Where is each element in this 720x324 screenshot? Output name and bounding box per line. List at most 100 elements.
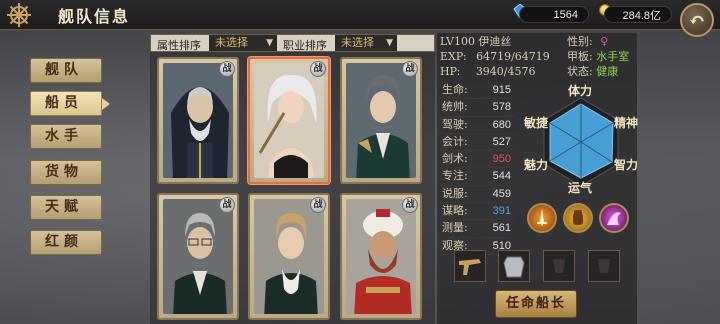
chevron-down-icon: ▼ — [386, 38, 393, 48]
stat-value: 391 — [492, 205, 511, 218]
stat-label: 测量: — [442, 221, 468, 235]
crew-portrait — [163, 63, 233, 178]
stat-label: 会计: — [442, 134, 468, 148]
back-button[interactable]: ↶ — [680, 3, 714, 37]
crew-portrait — [163, 199, 233, 314]
crew-portrait — [346, 63, 416, 178]
profile-info: LV100 伊迪丝 EXP: 64719/64719 HP: 3940/4576 — [440, 34, 550, 79]
menu-item-crew[interactable]: 船员 — [30, 91, 110, 116]
stat-label: 生命: — [442, 83, 468, 96]
filter-bar: 属性排序 未选择 ▼ 职业排序 未选择 ▼ — [150, 34, 435, 52]
crew-card[interactable]: 战 — [248, 193, 330, 320]
ship-wheel-icon[interactable] — [4, 1, 34, 29]
attr-sort-dropdown[interactable]: 未选择 ▼ — [209, 35, 277, 51]
hp-row: HP: 3940/4576 — [440, 64, 550, 79]
stat-label: 说服: — [442, 186, 468, 200]
deck-value: 水手室 — [596, 50, 630, 63]
stats-list: 生命: 915 统帅: 578 驾驶: 680 会计: 527 剑术: 950 专注: 54… — [440, 82, 514, 255]
status-label: 状态: — [567, 65, 593, 78]
gem-counter: 1564 — [519, 6, 589, 23]
crew-card-selected[interactable]: 战 — [248, 57, 330, 184]
stat-value: 578 — [492, 101, 511, 114]
gold-counter: 284.8亿 — [604, 6, 672, 23]
back-arrow-icon: ↶ — [688, 8, 706, 32]
attr-sort-label: 属性排序 — [157, 39, 201, 52]
menu-item-fleet[interactable]: 舰队 — [30, 58, 102, 83]
crew-card[interactable]: 战 — [340, 57, 422, 184]
menu-item-talent[interactable]: 天赋 — [30, 195, 102, 220]
exp-row: EXP: 64719/64719 — [440, 49, 550, 64]
combat-badge-icon: 战 — [402, 197, 418, 213]
exp-value: 64719/64719 — [476, 50, 550, 63]
combat-badge-icon: 战 — [402, 61, 418, 77]
deck-row: 甲板: 水手室 — [567, 49, 629, 64]
female-icon: ♀ — [600, 35, 609, 48]
menu-item-cargo[interactable]: 货物 — [30, 160, 102, 185]
stat-row: 生命: 915 — [440, 82, 514, 100]
radar-label-luck: 运气 — [568, 181, 593, 195]
crew-card[interactable]: 战 — [157, 57, 239, 184]
stat-value: 680 — [492, 118, 511, 131]
attribute-radar: 体力 精神 智力 运气 魅力 敏捷 — [520, 84, 642, 196]
stat-label: 谋略: — [442, 204, 468, 218]
fist-skill-icon[interactable] — [563, 203, 593, 233]
status-info: 性别: ♀ 甲板: 水手室 状态: 健康 — [567, 34, 629, 79]
crew-portrait — [254, 199, 324, 314]
radar-label-spirit: 精神 — [614, 116, 639, 130]
combat-badge-icon: 战 — [310, 197, 326, 213]
deck-label: 甲板: — [567, 50, 593, 63]
stat-row: 说服: 459 — [440, 186, 514, 204]
combat-badge-icon: 战 — [310, 61, 326, 77]
chevron-down-icon: ▼ — [266, 38, 273, 48]
stat-label: 驾驶: — [442, 117, 468, 131]
stat-value: 527 — [492, 135, 511, 148]
stat-row: 驾驶: 680 — [440, 117, 514, 134]
stat-value: 544 — [492, 170, 511, 183]
crew-card[interactable]: 战 — [340, 193, 422, 320]
status-value: 健康 — [596, 65, 619, 78]
sword-skill-icon[interactable] — [527, 203, 557, 233]
hp-label: HP: — [440, 65, 461, 78]
stat-label: 统帅: — [442, 100, 468, 114]
menu-item-beauty[interactable]: 红颜 — [30, 230, 102, 255]
radar-label-stamina: 体力 — [568, 84, 593, 98]
gender-label: 性别: — [567, 35, 593, 48]
exp-label: EXP: — [440, 50, 467, 63]
combat-badge-icon: 战 — [219, 61, 235, 77]
stat-value: 561 — [492, 222, 511, 235]
job-sort-value: 未选择 — [341, 36, 374, 49]
job-sort-label: 职业排序 — [283, 39, 327, 52]
stat-label: 剑术: — [442, 152, 468, 166]
page-title: 舰队信息 — [58, 7, 131, 26]
stat-row: 统帅: 578 — [440, 99, 514, 117]
armor-icon[interactable] — [498, 250, 530, 282]
stat-row: 专注: 544 — [440, 168, 514, 186]
pistol-icon[interactable] — [454, 250, 486, 282]
empty-slot-icon[interactable] — [543, 250, 575, 282]
radar-label-agility: 敏捷 — [524, 116, 549, 130]
combat-badge-icon: 战 — [219, 197, 235, 213]
stat-row: 会计: 527 — [440, 134, 514, 152]
stat-row: 谋略: 391 — [440, 203, 514, 221]
stat-value: 950 — [492, 153, 511, 166]
magic-skill-icon[interactable] — [599, 203, 629, 233]
crew-card[interactable]: 战 — [157, 193, 239, 320]
empty-slot-icon[interactable] — [588, 250, 620, 282]
hp-value: 3940/4576 — [475, 65, 536, 78]
crew-portrait — [346, 199, 416, 314]
stat-row: 测量: 561 — [440, 220, 514, 238]
radar-label-charm: 魅力 — [524, 158, 549, 172]
stat-value: 915 — [492, 84, 511, 96]
gender-row: 性别: ♀ — [567, 34, 629, 49]
stat-row: 剑术: 950 — [440, 151, 514, 169]
crew-portrait — [254, 63, 324, 178]
job-sort-dropdown[interactable]: 未选择 ▼ — [335, 35, 397, 51]
attr-sort-value: 未选择 — [215, 36, 248, 49]
appoint-captain-button[interactable]: 任命船长 — [495, 290, 577, 318]
stat-label: 专注: — [442, 169, 468, 183]
menu-item-sailors[interactable]: 水手 — [30, 124, 102, 149]
level-name: LV100 伊迪丝 — [440, 35, 512, 48]
status-row: 状态: 健康 — [567, 64, 629, 79]
top-bar: 舰队信息 1564 284.8亿 — [0, 0, 720, 30]
stat-value: 459 — [492, 187, 511, 200]
